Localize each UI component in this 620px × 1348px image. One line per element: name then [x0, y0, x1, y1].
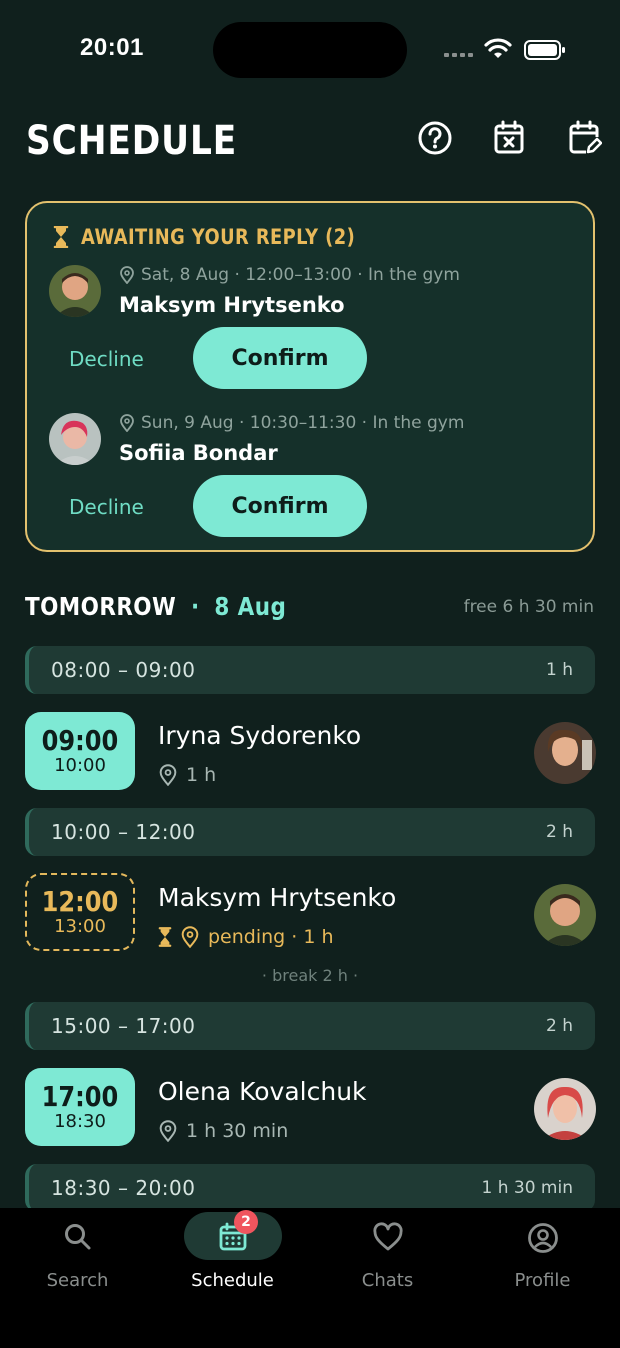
battery-icon	[524, 40, 565, 60]
hourglass-icon	[53, 226, 69, 248]
booking-client-name: Iryna Sydorenko	[158, 721, 362, 750]
day-heading: TOMORROW · 8 Aug	[25, 592, 287, 621]
booking-details: pending · 1 h	[158, 926, 334, 948]
booking-details: 1 h 30 min	[158, 1120, 288, 1142]
confirm-button[interactable]: Confirm	[193, 327, 367, 389]
wifi-icon	[484, 38, 512, 58]
booking-client-name: Olena Kovalchuk	[158, 1077, 367, 1106]
dynamic-island	[213, 22, 407, 78]
avatar	[49, 413, 101, 465]
calendar-cancel-icon[interactable]	[491, 120, 527, 156]
free-slot[interactable]: 15:00 – 17:00 2 h	[25, 1002, 595, 1050]
tab-bar: Search 2 Schedule Chats Profile	[0, 1208, 620, 1348]
booking-time-box: 17:00 18:30	[25, 1068, 135, 1146]
decline-button[interactable]: Decline	[69, 347, 144, 371]
search-icon	[64, 1224, 90, 1250]
free-slot[interactable]: 10:00 – 12:00 2 h	[25, 808, 595, 856]
hourglass-icon	[158, 927, 172, 947]
heart-icon	[372, 1222, 403, 1251]
user-circle-icon	[527, 1223, 558, 1253]
pending-heading: AWAITING YOUR REPLY (2)	[53, 225, 404, 249]
tab-search[interactable]: Search	[0, 1208, 155, 1308]
request-meta: Sun, 9 Aug · 10:30–11:30 · In the gym	[119, 413, 464, 433]
booking-time-box: 12:00 13:00	[25, 873, 135, 951]
location-pin-icon	[159, 764, 177, 786]
help-icon[interactable]	[417, 120, 453, 156]
notification-badge: 2	[234, 1210, 258, 1234]
request-client-name: Sofiia Bondar	[119, 441, 278, 465]
free-slot[interactable]: 18:30 – 20:00 1 h 30 min	[25, 1164, 595, 1212]
request-client-name: Maksym Hrytsenko	[119, 293, 345, 317]
page-title: SCHEDULE	[26, 118, 238, 164]
tab-chats[interactable]: Chats	[310, 1208, 465, 1308]
confirm-button[interactable]: Confirm	[193, 475, 367, 537]
avatar	[534, 1078, 596, 1140]
location-pin-icon	[159, 1120, 177, 1142]
calendar-edit-icon[interactable]	[566, 120, 602, 156]
booking-details: 1 h	[158, 764, 216, 786]
tab-schedule[interactable]: 2 Schedule	[155, 1208, 310, 1308]
free-slot[interactable]: 08:00 – 09:00 1 h	[25, 646, 595, 694]
day-date: 8 Aug	[214, 592, 287, 621]
status-time: 20:01	[80, 34, 144, 61]
location-pin-icon	[120, 266, 134, 284]
booking-time-box: 09:00 10:00	[25, 712, 135, 790]
pending-request: Sat, 8 Aug · 12:00–13:00 · In the gym Ma…	[49, 265, 579, 395]
avatar	[534, 884, 596, 946]
free-time-summary: free 6 h 30 min	[463, 597, 594, 617]
tab-profile[interactable]: Profile	[465, 1208, 620, 1308]
request-meta: Sat, 8 Aug · 12:00–13:00 · In the gym	[119, 265, 460, 285]
break-note: · break 2 h ·	[261, 966, 359, 985]
location-pin-icon	[120, 414, 134, 432]
avatar	[49, 265, 101, 317]
booking-client-name: Maksym Hrytsenko	[158, 883, 397, 912]
decline-button[interactable]: Decline	[69, 495, 144, 519]
cellular-signal-icon	[444, 53, 473, 57]
location-pin-icon	[181, 926, 199, 948]
avatar	[534, 722, 596, 784]
pending-requests-card: AWAITING YOUR REPLY (2) Sat, 8 Aug · 12:…	[25, 201, 595, 552]
pending-request: Sun, 9 Aug · 10:30–11:30 · In the gym So…	[49, 413, 579, 543]
